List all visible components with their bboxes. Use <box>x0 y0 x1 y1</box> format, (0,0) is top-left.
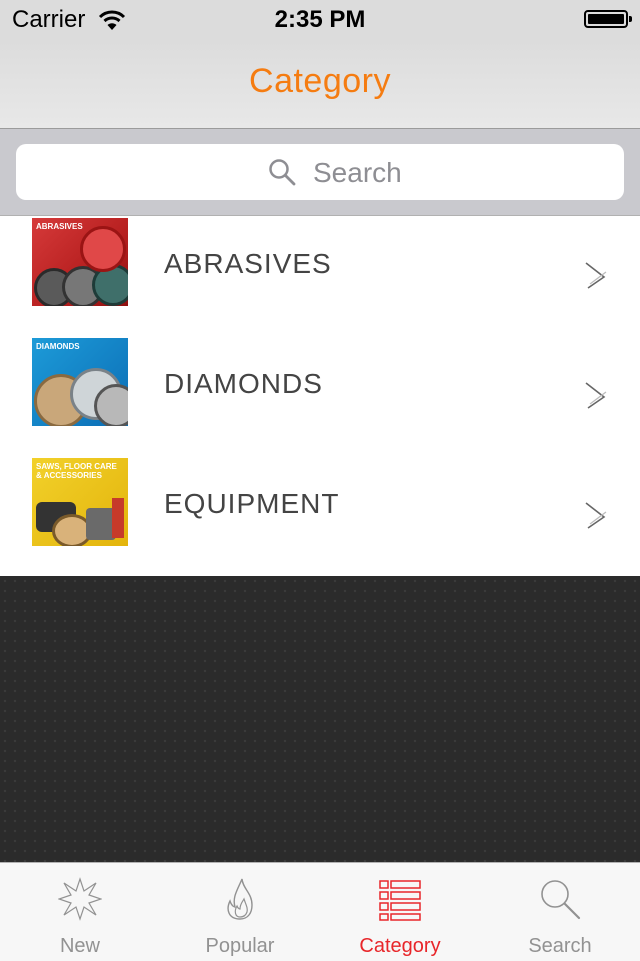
diamonds-thumbnail-text: DIAMONDS <box>36 342 80 351</box>
search-icon <box>269 159 296 186</box>
chevron-right-icon <box>585 262 607 289</box>
tab-bar: New Popular Category Search <box>0 862 640 961</box>
category-row-abrasives[interactable]: ABRASIVES ABRASIVES <box>0 216 640 336</box>
abrasives-thumbnail: ABRASIVES <box>32 218 128 306</box>
equipment-thumbnail-text: SAWS, FLOOR CARE & ACCESSORIES <box>36 462 117 480</box>
search-icon <box>541 880 581 920</box>
diamonds-thumbnail: DIAMONDS <box>32 338 128 426</box>
category-row-diamonds[interactable]: DIAMONDS DIAMONDS <box>0 336 640 456</box>
tab-label: New <box>59 935 100 957</box>
background-pattern <box>0 576 640 862</box>
tab-label: Popular <box>205 935 275 957</box>
tab-label: Search <box>528 935 592 957</box>
tab-new[interactable]: New <box>0 863 160 961</box>
category-label: DIAMONDS <box>164 368 323 399</box>
category-label: ABRASIVES <box>164 248 332 279</box>
battery-icon <box>584 10 632 28</box>
category-label: EQUIPMENT <box>164 488 340 519</box>
tab-popular[interactable]: Popular <box>160 863 320 961</box>
category-list: ABRASIVES ABRASIVES DIAMONDS DIAMONDS SA… <box>0 216 640 576</box>
page-title: Category <box>249 62 391 100</box>
flame-icon <box>227 878 253 920</box>
search-bar <box>0 129 640 216</box>
equipment-thumbnail: SAWS, FLOOR CARE & ACCESSORIES <box>32 458 128 546</box>
category-row-equipment[interactable]: SAWS, FLOOR CARE & ACCESSORIES EQUIPMENT <box>0 456 640 576</box>
tab-label: Category <box>359 935 441 957</box>
search-input[interactable] <box>311 152 575 194</box>
clock: 2:35 PM <box>274 6 366 33</box>
tab-category[interactable]: Category <box>320 863 480 961</box>
starburst-icon <box>58 877 102 921</box>
search-box[interactable] <box>16 144 624 200</box>
tab-search[interactable]: Search <box>480 863 640 961</box>
status-bar: Carrier 2:35 PM <box>0 0 640 40</box>
navigation-bar: Category <box>0 40 640 129</box>
list-icon <box>379 880 421 921</box>
chevron-right-icon <box>585 502 607 529</box>
chevron-right-icon <box>585 382 607 409</box>
